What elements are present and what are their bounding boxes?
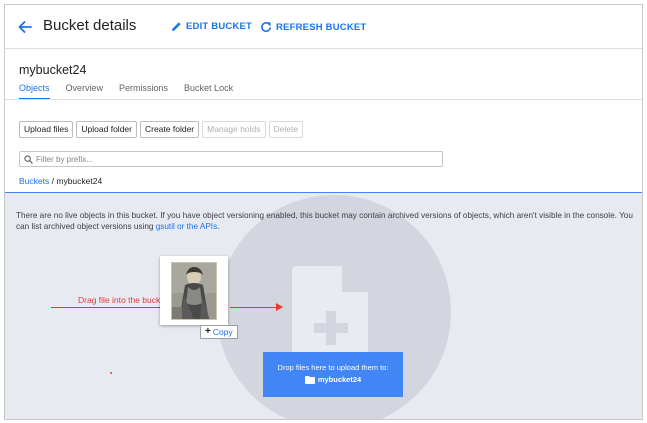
upload-target-name: mybucket24	[317, 375, 362, 384]
plus-icon: +	[205, 326, 211, 337]
gsutil-api-link[interactable]: gsutil or the APIs	[156, 222, 217, 231]
drag-arrow-line-left	[51, 307, 161, 308]
upload-folder-button[interactable]: Upload folder	[76, 121, 137, 138]
file-add-icon	[292, 266, 368, 366]
portrait-image	[171, 262, 217, 320]
edit-bucket-button[interactable]: EDIT BUCKET	[171, 21, 252, 32]
breadcrumb-separator: /	[51, 176, 54, 186]
tab-bucket-lock[interactable]: Bucket Lock	[184, 83, 233, 100]
page-header: Bucket details EDIT BUCKET REFRESH BUCKE…	[5, 5, 642, 49]
back-button[interactable]	[15, 17, 35, 37]
breadcrumb: Buckets / mybucket24	[19, 176, 102, 186]
refresh-icon	[261, 22, 271, 32]
page-title: Bucket details	[43, 17, 137, 34]
console-window: Bucket details EDIT BUCKET REFRESH BUCKE…	[4, 4, 643, 420]
drag-annotation-label: Drag file into the bucket	[78, 295, 168, 305]
filter-box	[19, 151, 443, 167]
bucket-tabs: Objects Overview Permissions Bucket Lock	[19, 83, 249, 100]
create-folder-button[interactable]: Create folder	[139, 121, 200, 138]
upload-instruction: Drop files here to upload them to:	[277, 363, 389, 372]
portrait-illustration	[172, 263, 216, 319]
filter-input[interactable]	[36, 154, 426, 164]
refresh-bucket-button[interactable]: REFRESH BUCKET	[260, 21, 366, 33]
tabs-divider	[5, 99, 642, 100]
objects-toolbar: Upload files Upload folder Create folder…	[19, 121, 306, 138]
breadcrumb-current: mybucket24	[56, 176, 103, 186]
tab-objects[interactable]: Objects	[19, 83, 50, 100]
arrow-left-icon	[18, 21, 32, 33]
info-text-body: There are no live objects in this bucket…	[16, 211, 633, 231]
upload-drop-target[interactable]: Drop files here to upload them to: mybuc…	[263, 352, 403, 397]
search-icon	[24, 154, 33, 164]
breadcrumb-buckets-link[interactable]: Buckets	[19, 176, 49, 186]
info-text-end: .	[217, 222, 220, 231]
manage-holds-button[interactable]: Manage holds	[202, 121, 266, 138]
copy-label: Copy	[212, 327, 233, 337]
tab-overview[interactable]: Overview	[66, 83, 104, 100]
upload-files-button[interactable]: Upload files	[19, 121, 74, 138]
tab-permissions[interactable]: Permissions	[119, 83, 168, 100]
drag-arrow-head	[276, 303, 283, 311]
copy-badge: + Copy	[200, 325, 238, 339]
empty-bucket-message: There are no live objects in this bucket…	[16, 210, 636, 232]
delete-button[interactable]: Delete	[268, 121, 304, 138]
drop-zone[interactable]: There are no live objects in this bucket…	[5, 192, 642, 419]
folder-icon	[304, 375, 315, 384]
refresh-bucket-label: REFRESH BUCKET	[276, 21, 367, 33]
pencil-icon	[171, 22, 181, 32]
edit-bucket-label: EDIT BUCKET	[186, 21, 253, 32]
bucket-name: mybucket24	[19, 63, 87, 77]
dragged-file-thumbnail[interactable]	[160, 256, 228, 325]
annotation-dot	[110, 372, 112, 374]
upload-target: mybucket24	[263, 375, 403, 384]
drag-arrow-line-right	[230, 307, 278, 308]
